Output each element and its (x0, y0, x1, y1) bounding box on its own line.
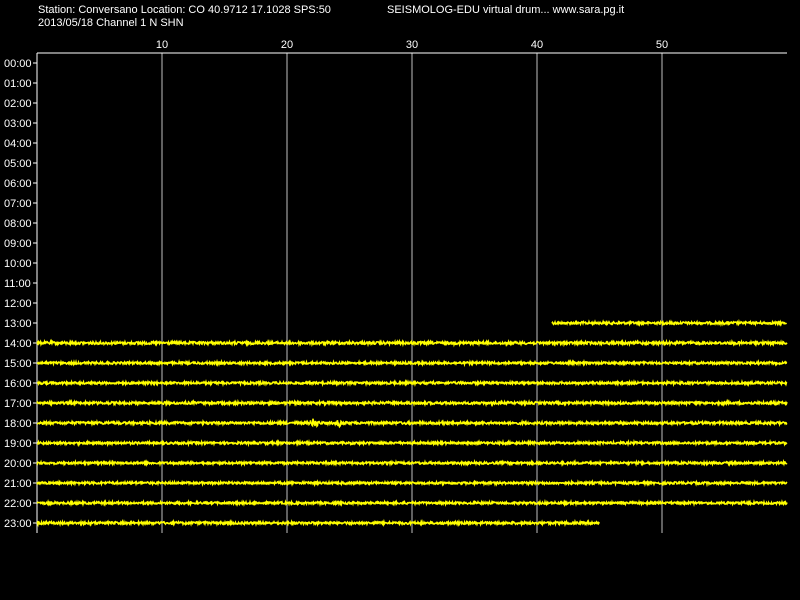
x-tick-label-10: 10 (156, 39, 168, 51)
y-tick-label-2200: 22:00 (4, 498, 32, 510)
y-tick-label-0400: 04:00 (4, 138, 32, 150)
y-tick-label-1700: 17:00 (4, 398, 32, 410)
y-tick-label-1600: 16:00 (4, 378, 32, 390)
trace-1700 (36, 398, 788, 408)
y-tick-label-0500: 05:00 (4, 158, 32, 170)
y-tick-label-2300: 23:00 (4, 518, 32, 530)
y-tick-label-1800: 18:00 (4, 418, 32, 430)
y-tick-label-1500: 15:00 (4, 358, 32, 370)
y-tick-label-0600: 06:00 (4, 178, 32, 190)
y-tick-label-0700: 07:00 (4, 198, 32, 210)
seismogram-drum: Station: Conversano Location: CO 40.9712… (0, 0, 800, 600)
trace-2200 (36, 498, 788, 508)
y-tick-label-2100: 21:00 (4, 478, 32, 490)
y-tick-label-1400: 14:00 (4, 338, 32, 350)
y-tick-label-0300: 03:00 (4, 118, 32, 130)
trace-1900 (36, 438, 788, 448)
y-tick-label-0900: 09:00 (4, 238, 32, 250)
y-tick-label-1200: 12:00 (4, 298, 32, 310)
y-tick-label-1300: 13:00 (4, 318, 32, 330)
y-tick-label-2000: 20:00 (4, 458, 32, 470)
trace-1400 (36, 338, 788, 348)
trace-2300 (36, 518, 600, 528)
trace-2100 (36, 479, 788, 488)
seismogram-plot: 10 20 30 40 50 00:00 01:00 02:00 03:00 04:00 05:00… (4, 39, 788, 533)
x-tick-label-50: 50 (656, 39, 668, 51)
x-tick-label-30: 30 (406, 39, 418, 51)
trace-1600 (37, 378, 788, 388)
y-tick-label-0000: 00:00 (4, 58, 32, 70)
y-tick-label-0200: 02:00 (4, 98, 32, 110)
trace-1500 (36, 358, 788, 368)
y-tick-label-0800: 08:00 (4, 218, 32, 230)
y-tick-label-1000: 10:00 (4, 258, 32, 270)
trace-1300 (551, 318, 788, 328)
x-tick-label-20: 20 (281, 39, 293, 51)
y-tick-label-1100: 11:00 (4, 278, 31, 290)
y-tick-label-1900: 19:00 (4, 438, 32, 450)
y-tick-label-0100: 01:00 (4, 78, 32, 90)
x-tick-label-40: 40 (531, 39, 543, 51)
